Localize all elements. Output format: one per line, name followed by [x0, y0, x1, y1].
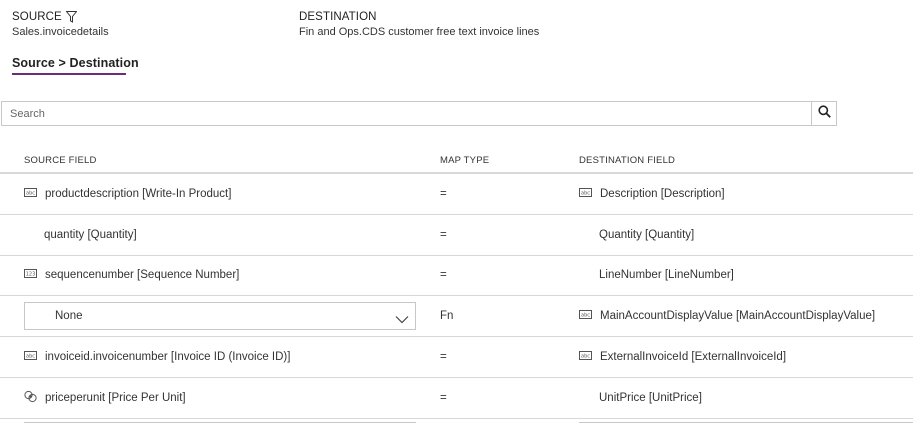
table-row[interactable]: quantity [Quantity] = Quantity [Quantity…: [0, 215, 913, 256]
grid-header: SOURCE FIELD MAP TYPE DESTINATION FIELD: [0, 145, 913, 174]
table-row[interactable]: abc productdescription [Write-In Product…: [0, 174, 913, 215]
text-field-icon: abc: [579, 351, 593, 363]
column-header-destination[interactable]: DESTINATION FIELD: [579, 155, 675, 166]
table-row[interactable]: abc invoiceid.invoicenumber [Invoice ID …: [0, 337, 913, 378]
destination-field-cell: abc Description [Description]: [579, 174, 725, 214]
search-icon: [817, 104, 831, 123]
source-field-cell: 123 sequencenumber [Sequence Number]: [24, 256, 239, 296]
svg-text:abc: abc: [581, 313, 590, 319]
map-type-cell: =: [440, 391, 447, 404]
source-field-dropdown[interactable]: None: [24, 302, 416, 331]
currency-field-icon: [24, 390, 38, 406]
destination-field-name: Quantity [Quantity]: [599, 228, 695, 241]
svg-text:abc: abc: [581, 190, 590, 196]
source-field-cell: abc invoiceid.invoicenumber [Invoice ID …: [24, 337, 290, 377]
svg-text:123: 123: [26, 272, 36, 278]
text-field-icon: abc: [579, 310, 593, 322]
source-field-cell: abc productdescription [Write-In Product…: [24, 174, 231, 214]
destination-field-name: LineNumber [LineNumber]: [599, 269, 734, 282]
chevron-down-icon: [395, 311, 409, 329]
text-field-icon: abc: [24, 187, 38, 200]
source-field-dropdown-value: None: [55, 310, 83, 323]
mapping-grid: SOURCE FIELD MAP TYPE DESTINATION FIELD …: [0, 145, 913, 419]
table-row[interactable]: None Fn abc MainAccountDisplayValue [Mai…: [0, 296, 913, 338]
source-label: SOURCE: [12, 10, 62, 23]
destination-value: Fin and Ops.CDS customer free text invoi…: [299, 26, 540, 38]
map-type-cell: =: [440, 269, 447, 282]
source-field-name: invoiceid.invoicenumber [Invoice ID (Inv…: [45, 351, 291, 364]
tab-active-indicator: [12, 73, 126, 75]
destination-label: DESTINATION: [299, 10, 377, 23]
destination-field-name: ExternalInvoiceId [ExternalInvoiceId]: [600, 351, 787, 364]
source-field-cell: priceperunit [Price Per Unit]: [24, 378, 186, 418]
destination-field-cell: UnitPrice [UnitPrice]: [579, 378, 702, 418]
filter-icon[interactable]: [65, 10, 78, 23]
destination-field-cell: Quantity [Quantity]: [579, 215, 694, 255]
tab-source-destination[interactable]: Source > Destination: [12, 56, 139, 70]
svg-text:abc: abc: [26, 190, 35, 196]
search-input[interactable]: [10, 107, 800, 121]
source-field-name: quantity [Quantity]: [44, 228, 137, 241]
destination-field-name: Description [Description]: [600, 187, 725, 200]
destination-header: DESTINATION Fin and Ops.CDS customer fre…: [299, 9, 540, 39]
destination-field-name: MainAccountDisplayValue [MainAccountDisp…: [600, 310, 876, 323]
search-box: [1, 101, 837, 126]
destination-field-cell: abc MainAccountDisplayValue [MainAccount…: [579, 296, 875, 336]
source-field-name: sequencenumber [Sequence Number]: [45, 269, 240, 282]
source-label-row: SOURCE: [12, 9, 109, 24]
svg-text:abc: abc: [26, 354, 35, 360]
source-field-cell: quantity [Quantity]: [24, 215, 137, 255]
svg-text:abc: abc: [581, 354, 590, 360]
destination-field-cell: LineNumber [LineNumber]: [579, 256, 734, 296]
column-header-source[interactable]: SOURCE FIELD: [24, 155, 97, 166]
search-button[interactable]: [811, 102, 836, 125]
source-value: Sales.invoicedetails: [12, 26, 109, 38]
map-type-cell[interactable]: Fn: [440, 296, 453, 336]
destination-field-cell: abc ExternalInvoiceId [ExternalInvoiceId…: [579, 337, 786, 377]
column-header-map-type[interactable]: MAP TYPE: [440, 155, 489, 166]
map-type-cell: =: [440, 187, 447, 200]
number-field-icon: 123: [24, 269, 38, 281]
text-field-icon: abc: [579, 187, 593, 200]
source-header: SOURCE Sales.invoicedetails: [12, 9, 109, 38]
source-field-name: priceperunit [Price Per Unit]: [45, 391, 186, 404]
table-row[interactable]: 123 sequencenumber [Sequence Number] = L…: [0, 256, 913, 297]
map-type-cell: =: [440, 351, 447, 364]
text-field-icon: abc: [24, 351, 38, 363]
map-type-cell: =: [440, 228, 447, 241]
destination-field-name: UnitPrice [UnitPrice]: [599, 391, 702, 404]
table-row[interactable]: priceperunit [Price Per Unit] = UnitPric…: [0, 378, 913, 419]
source-field-name: productdescription [Write-In Product]: [45, 187, 232, 200]
